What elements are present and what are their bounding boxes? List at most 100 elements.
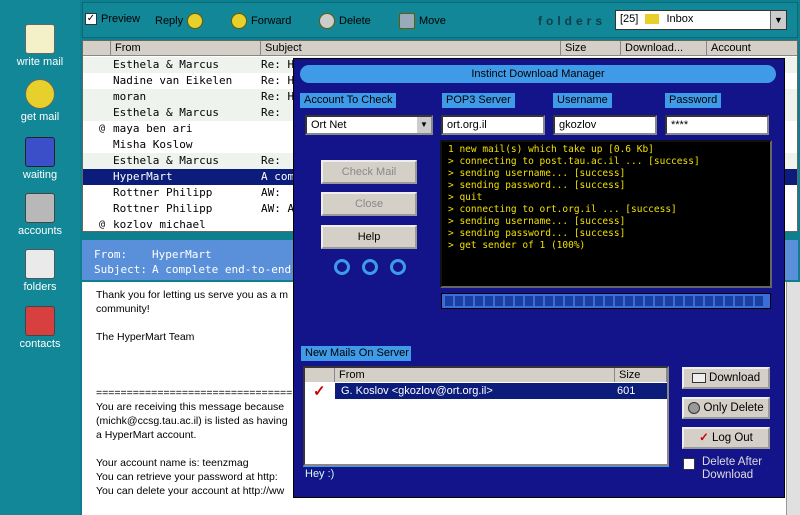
progress-cell <box>535 296 543 306</box>
only-delete-button[interactable]: Only Delete <box>682 397 770 419</box>
pop3-label: POP3 Server <box>442 93 515 108</box>
log-line: 1 new mail(s) which take up [0.6 Kb] <box>448 144 654 155</box>
progress-cell <box>605 296 613 306</box>
progress-cell <box>455 296 463 306</box>
forward-button[interactable]: Forward <box>231 13 291 29</box>
progress-cell <box>475 296 483 306</box>
paperclip-icon <box>25 249 55 279</box>
progress-cell <box>545 296 553 306</box>
get-mail-label: get mail <box>20 111 60 123</box>
check-col-header <box>305 368 335 382</box>
attach-col-header[interactable] <box>83 41 111 56</box>
dog-mailbox-icon <box>25 79 55 109</box>
progress-cell <box>665 296 673 306</box>
sidebar: write mail get mail waiting accounts fol… <box>0 0 80 515</box>
reply-button[interactable]: Reply <box>155 13 204 29</box>
account-value: Ort Net <box>311 119 347 131</box>
row-from: moran <box>113 90 147 103</box>
row-from: Nadine van Eikelen <box>113 74 233 87</box>
row-from: Esthela & Marcus <box>113 154 219 167</box>
download-progress-bar <box>441 293 771 309</box>
check-mail-button[interactable]: Check Mail <box>321 160 417 184</box>
col-subject[interactable]: Subject <box>261 41 561 56</box>
write-mail-label: write mail <box>16 56 64 68</box>
computer-icon <box>25 193 55 223</box>
col-account[interactable]: Account <box>707 41 797 56</box>
log-line: > sending username... [success] <box>448 216 626 227</box>
log-out-label: Log Out <box>711 432 753 444</box>
progress-cell <box>515 296 523 306</box>
chevron-down-icon[interactable]: ▼ <box>770 11 786 29</box>
ring-icon <box>362 259 378 275</box>
paperclip-icon: @ <box>99 123 106 134</box>
delete-after-download-checkbox[interactable] <box>683 458 695 470</box>
progress-cell <box>675 296 683 306</box>
account-select[interactable]: Ort Net ▼ <box>305 115 433 135</box>
username-field[interactable]: gkozlov <box>553 115 657 135</box>
row-subject: Re: <box>261 106 281 119</box>
account-label: Account To Check <box>300 93 397 108</box>
body-line[interactable]: You can delete your account at http://ww <box>96 484 284 498</box>
accounts-button[interactable]: accounts <box>4 193 76 243</box>
progress-cell <box>615 296 623 306</box>
pop3-server-field[interactable]: ort.org.il <box>441 115 545 135</box>
log-line: > connecting to ort.org.il ... [success] <box>448 204 677 215</box>
mail-size: 601 <box>617 385 636 397</box>
mail-size-header[interactable]: Size <box>615 368 667 382</box>
envelope-pencil-icon <box>25 24 55 54</box>
close-button[interactable]: Close <box>321 192 417 216</box>
progress-cell <box>635 296 643 306</box>
row-from: maya ben ari <box>113 122 193 135</box>
body-line: Your account name is: teenzmag <box>96 457 249 469</box>
row-subject: AW: <box>261 186 281 199</box>
body-line[interactable]: You can retrieve your password at http: <box>96 470 278 484</box>
from-label: From: <box>94 248 128 261</box>
chevron-down-icon[interactable]: ▼ <box>417 117 431 133</box>
contacts-button[interactable]: contacts <box>4 306 76 356</box>
progress-cell <box>565 296 573 306</box>
row-from: Misha Koslow <box>113 138 193 151</box>
folders-heading: folders <box>538 14 607 28</box>
waiting-button[interactable]: waiting <box>4 137 76 187</box>
download-manager-dialog: Instinct Download Manager Account To Che… <box>293 58 785 498</box>
server-mail-row[interactable]: G. Koslov <gkozlov@ort.org.il> 601 <box>335 383 667 399</box>
progress-cell <box>705 296 713 306</box>
body-line: You are receiving this message because <box>96 401 285 413</box>
subject-value: A complete end-to-end e <box>152 263 305 276</box>
check-icon[interactable]: ✓ <box>313 382 326 400</box>
log-line: > connecting to post.tau.ac.il ... [succ… <box>448 156 700 167</box>
progress-cell <box>735 296 743 306</box>
log-out-button[interactable]: ✓ Log Out <box>682 427 770 449</box>
mail-from-header[interactable]: From <box>335 368 615 382</box>
col-size[interactable]: Size <box>561 41 621 56</box>
download-button[interactable]: Download <box>682 367 770 389</box>
folder-select[interactable]: [25] Inbox ▼ <box>615 10 787 30</box>
preview-checkbox[interactable]: ✓ <box>85 13 97 25</box>
col-from[interactable]: From <box>111 41 261 56</box>
folders-button[interactable]: folders <box>4 249 76 299</box>
progress-cell <box>625 296 633 306</box>
col-download[interactable]: Download... <box>621 41 707 56</box>
row-subject: Re: H <box>261 74 295 87</box>
delete-button[interactable]: Delete <box>319 13 371 29</box>
preview-toggle[interactable]: ✓ Preview <box>85 13 140 25</box>
write-mail-button[interactable]: write mail <box>4 24 76 74</box>
row-subject: AW: A <box>261 202 295 215</box>
help-button[interactable]: Help <box>321 225 417 249</box>
progress-cell <box>645 296 653 306</box>
paperclip-icon: @ <box>99 219 106 230</box>
hand-icon <box>231 13 247 29</box>
body-line: (michk@ccsg.tau.ac.il) is listed as havi… <box>96 415 288 427</box>
password-field[interactable]: **** <box>665 115 769 135</box>
move-button[interactable]: Move <box>399 13 446 29</box>
preview-scrollbar[interactable] <box>786 282 800 515</box>
progress-cell <box>505 296 513 306</box>
only-delete-label: Only Delete <box>703 402 764 414</box>
get-mail-button[interactable]: get mail <box>4 79 76 129</box>
row-from: kozlov michael <box>113 218 206 231</box>
row-from: HyperMart <box>113 170 173 183</box>
dialog-title: Instinct Download Manager <box>300 65 776 83</box>
row-subject: Re: <box>261 154 281 167</box>
download-label: Download <box>709 372 761 384</box>
folders-label: folders <box>23 281 57 293</box>
